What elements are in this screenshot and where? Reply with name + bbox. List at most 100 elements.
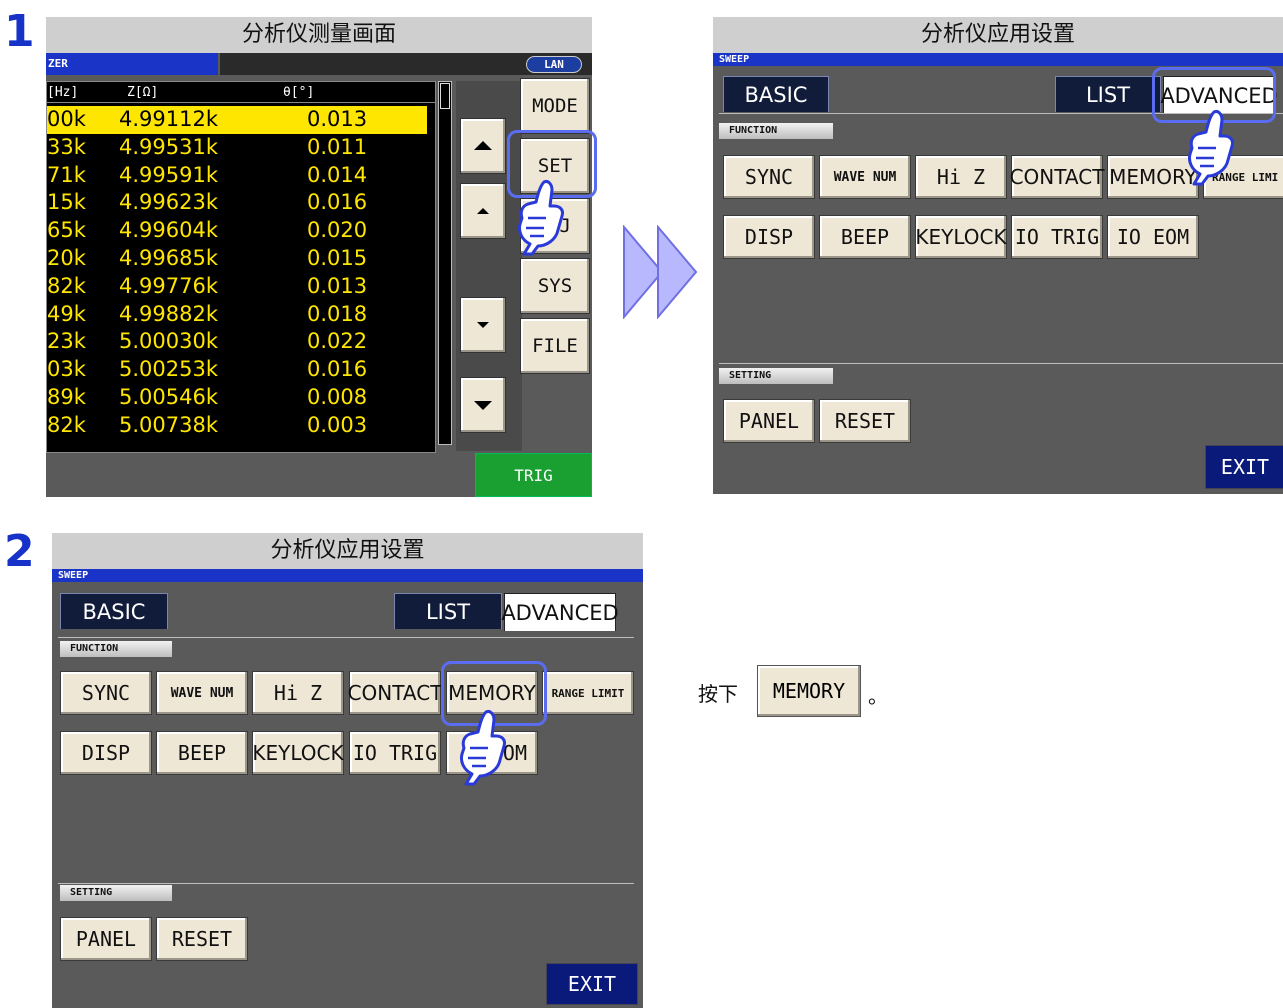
header-impedance: Z[Ω] (127, 85, 159, 100)
table-row[interactable]: 33k 4.99531k 0.011 (47, 134, 427, 162)
reset-button[interactable]: RESET (156, 917, 248, 961)
pointing-hand-icon (518, 180, 564, 256)
cell-z: 4.99685k (119, 246, 219, 270)
io-trig-button[interactable]: IO TRIG (1011, 215, 1103, 259)
cell-z: 5.00546k (119, 385, 219, 409)
table-row[interactable]: 82k 5.00738k 0.003 (47, 412, 427, 440)
cell-t: 0.022 (307, 329, 368, 354)
cell-z: 5.00030k (119, 329, 219, 354)
cell-f: 33k (47, 134, 86, 159)
next-arrow-icon (623, 225, 698, 319)
memory-key-label: MEMORY (757, 665, 861, 717)
page-up-button[interactable] (460, 118, 506, 174)
io-trig-button[interactable]: IO TRIG (349, 731, 441, 775)
keylock-button[interactable]: KEYLOCK (915, 215, 1007, 259)
table-row[interactable]: 71k 4.99591k 0.014 (47, 162, 427, 190)
cell-t: 0.011 (307, 134, 368, 159)
triangle-up-icon (474, 141, 492, 150)
tab-basic[interactable]: BASIC (60, 593, 168, 629)
disp-button[interactable]: DISP (723, 215, 815, 259)
triangle-down-icon (474, 401, 492, 410)
scrollbar-thumb[interactable] (440, 83, 450, 109)
tab-advanced[interactable]: ADVANCED (501, 593, 619, 631)
table-row[interactable]: 15k 4.99623k 0.016 (47, 189, 427, 217)
beep-button[interactable]: BEEP (156, 731, 248, 775)
panel-button[interactable]: PANEL (723, 399, 815, 443)
measurement-table: [Hz] Z[Ω] θ[°] 00k 4.99112k 0.013 33k 4.9953… (46, 81, 436, 453)
keylock-button[interactable]: KEYLOCK (252, 731, 344, 775)
table-row[interactable]: 23k 5.00030k 0.022 (47, 328, 427, 356)
cell-t: 0.016 (307, 190, 368, 215)
disp-button[interactable]: DISP (60, 731, 152, 775)
file-button[interactable]: FILE (520, 318, 590, 374)
sync-button[interactable]: SYNC (60, 671, 152, 715)
cell-t: 0.015 (307, 246, 368, 270)
tab-list[interactable]: LIST (394, 593, 502, 629)
table-row[interactable]: 00k 4.99112k 0.013 (47, 106, 427, 134)
cell-t: 0.018 (307, 301, 368, 326)
panel-button[interactable]: PANEL (60, 917, 152, 961)
cell-z: 5.00738k (119, 412, 219, 437)
sweep-label: SWEEP (713, 53, 1283, 66)
table-row[interactable]: 20k 4.99685k 0.015 (47, 245, 427, 273)
scroll-down-button[interactable] (460, 297, 506, 353)
pointing-hand-icon (460, 710, 506, 786)
sys-button[interactable]: SYS (520, 258, 590, 314)
sync-button[interactable]: SYNC (723, 155, 815, 199)
setting-section-label: SETTING (719, 368, 833, 384)
setting-section-label: SETTING (60, 885, 172, 901)
pointing-hand-icon (1188, 110, 1234, 186)
hi-z-button[interactable]: Hi Z (252, 671, 344, 715)
table-row[interactable]: 82k 4.99776k 0.013 (47, 273, 427, 301)
scroll-up-button[interactable] (460, 183, 506, 239)
contact-button[interactable]: CONTACT (348, 671, 442, 715)
tab-basic[interactable]: BASIC (723, 76, 829, 112)
mode-button[interactable]: MODE (520, 78, 590, 134)
table-row[interactable]: 89k 5.00546k 0.008 (47, 384, 427, 412)
step-1-number: 1 (4, 6, 35, 57)
hi-z-button[interactable]: Hi Z (915, 155, 1007, 199)
io-eom-button[interactable]: IO EOM (1107, 215, 1199, 259)
cell-f: 82k (47, 273, 86, 298)
table-row[interactable]: 49k 4.99882k 0.018 (47, 301, 427, 329)
screen-title: 分析仪测量画面 (46, 17, 592, 53)
wave-num-button[interactable]: WAVE NUM (156, 671, 248, 715)
cell-t: 0.008 (307, 385, 368, 409)
tab-list[interactable]: LIST (1055, 76, 1161, 112)
cell-t: 0.016 (307, 357, 368, 382)
cell-z: 4.99604k (119, 218, 219, 243)
cell-t: 0.003 (307, 412, 368, 437)
range-limit-button[interactable]: RANGE LIMIT (542, 671, 634, 715)
instruction-suffix: 。 (868, 684, 888, 708)
exit-button[interactable]: EXIT (546, 963, 638, 1005)
header-phase: θ[°] (283, 85, 315, 100)
contact-button[interactable]: CONTACT (1010, 155, 1104, 199)
cell-f: 65k (47, 218, 86, 243)
exit-button[interactable]: EXIT (1205, 445, 1283, 489)
table-scrollbar[interactable] (438, 81, 452, 445)
table-row[interactable]: 03k 5.00253k 0.016 (47, 356, 427, 384)
cell-t: 0.013 (307, 273, 368, 298)
header-frequency: [Hz] (47, 85, 79, 100)
cell-f: 23k (47, 329, 86, 354)
cell-f: 20k (47, 246, 86, 270)
page-down-button[interactable] (460, 377, 506, 433)
cell-t: 0.013 (307, 107, 368, 131)
table-row[interactable]: 65k 4.99604k 0.020 (47, 217, 427, 245)
settings-screen-bottom: 分析仪应用设置 SWEEP BASIC LIST ADVANCED FUNCTI… (52, 533, 643, 1008)
reset-button[interactable]: RESET (819, 399, 911, 443)
instruction-prefix: 按下 (698, 682, 738, 706)
function-section-label: FUNCTION (60, 641, 172, 657)
beep-button[interactable]: BEEP (819, 215, 911, 259)
triangle-up-small-icon (477, 208, 489, 214)
cell-z: 4.99531k (119, 134, 219, 159)
wave-num-button[interactable]: WAVE NUM (819, 155, 911, 199)
cell-f: 15k (47, 190, 86, 215)
cell-t: 0.014 (307, 162, 368, 187)
cell-t: 0.020 (307, 218, 368, 243)
screen-title: 分析仪应用设置 (713, 17, 1283, 53)
step-2-number: 2 (4, 526, 35, 577)
cell-f: 49k (47, 301, 86, 326)
trig-button[interactable]: TRIG (475, 453, 592, 497)
function-section-label: FUNCTION (719, 123, 833, 139)
